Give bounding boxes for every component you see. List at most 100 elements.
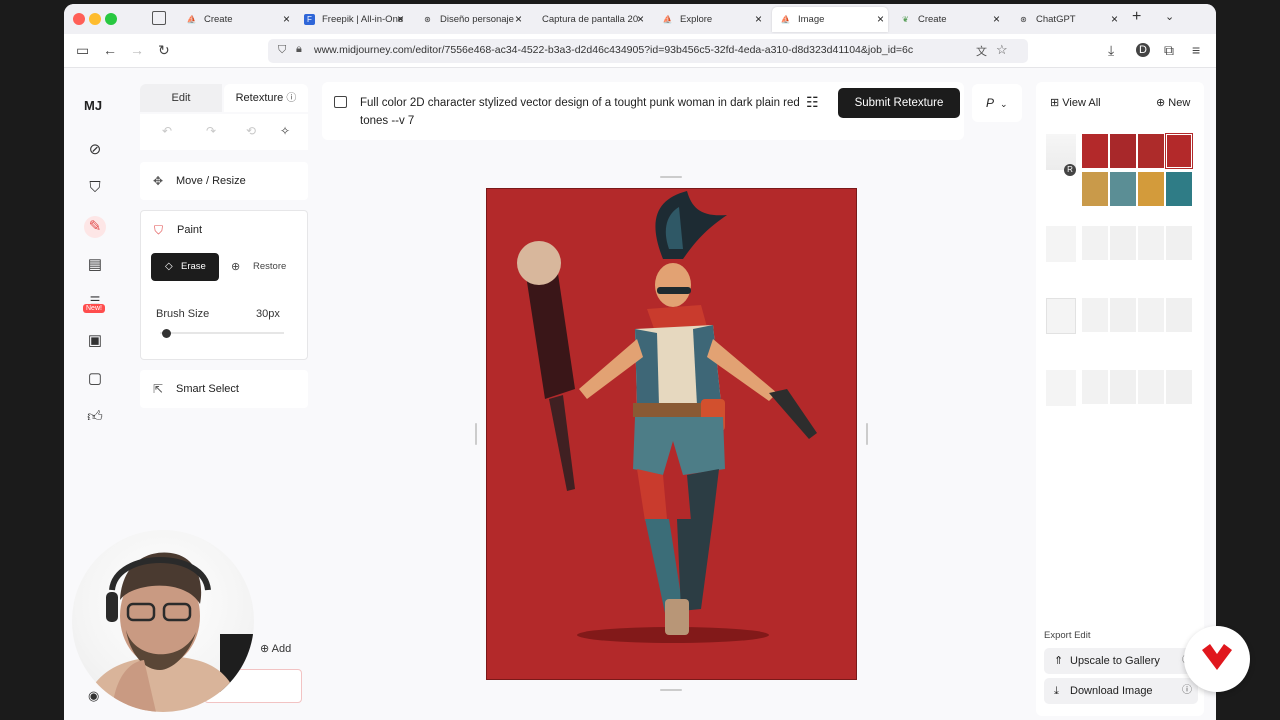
close-tab-icon[interactable]: ×: [283, 7, 290, 32]
close-window-button[interactable]: [73, 13, 85, 25]
source-thumbnail[interactable]: [1046, 298, 1076, 334]
image-prompt-icon[interactable]: [334, 96, 347, 108]
resize-handle-left[interactable]: [475, 423, 477, 445]
submit-retexture-button[interactable]: Submit Retexture: [838, 88, 960, 118]
close-tab-icon[interactable]: ×: [755, 7, 762, 32]
tab-chatgpt[interactable]: ⊛ ChatGPT ×: [1010, 7, 1122, 32]
brush-size-slider[interactable]: [160, 332, 284, 334]
result-thumbnail[interactable]: [1082, 134, 1108, 168]
result-thumbnail[interactable]: [1138, 226, 1164, 260]
move-resize-card[interactable]: ✥ Move / Resize: [140, 162, 308, 200]
resize-handle-right[interactable]: [866, 423, 868, 445]
profile-icon[interactable]: ◉: [88, 688, 99, 704]
resize-handle-bottom[interactable]: [660, 689, 682, 691]
result-thumbnail[interactable]: [1166, 298, 1192, 332]
forward-icon[interactable]: →: [130, 42, 144, 58]
result-thumbnail[interactable]: [1110, 172, 1136, 206]
add-button[interactable]: ⊕ Add: [260, 642, 291, 655]
erase-button[interactable]: ◇ Erase: [151, 253, 219, 281]
tab-retexture[interactable]: Retexture ⓘ: [224, 84, 308, 112]
tab-overview-icon[interactable]: [152, 11, 166, 25]
tab-create-2[interactable]: ❦ Create ×: [892, 7, 1004, 32]
redo-icon[interactable]: ↷: [206, 124, 216, 138]
source-thumbnail[interactable]: R: [1046, 134, 1076, 176]
back-icon[interactable]: ←: [103, 42, 117, 58]
smart-select-card[interactable]: ⇱ Smart Select: [140, 370, 308, 408]
close-tab-icon[interactable]: ×: [637, 7, 644, 32]
edit-icon[interactable]: ✎: [84, 216, 106, 238]
download-image-button[interactable]: ⤓ Download Image ⓘ: [1044, 678, 1198, 704]
result-thumbnail[interactable]: [1082, 370, 1108, 404]
result-thumbnail[interactable]: [1166, 226, 1192, 260]
help-icon[interactable]: ⓘ: [286, 93, 296, 104]
menu-icon[interactable]: ≡: [1192, 42, 1200, 58]
lock-icon[interactable]: 🔒︎: [296, 43, 302, 56]
result-thumbnail[interactable]: [1138, 134, 1164, 168]
tab-captura[interactable]: Captura de pantalla 20 ×: [530, 7, 648, 32]
result-thumbnail[interactable]: [1110, 370, 1136, 404]
result-thumbnail[interactable]: [1166, 172, 1192, 206]
account-avatar-icon[interactable]: D: [1136, 43, 1150, 57]
brush-size-slider-handle[interactable]: [162, 329, 172, 338]
close-tab-icon[interactable]: ×: [1111, 7, 1118, 32]
result-thumbnail[interactable]: [1082, 226, 1108, 260]
close-tab-icon[interactable]: ×: [515, 7, 522, 32]
result-thumbnail[interactable]: [1082, 298, 1108, 332]
result-thumbnail[interactable]: [1138, 298, 1164, 332]
new-tab-icon[interactable]: +: [1132, 8, 1141, 26]
settings-sliders-icon[interactable]: ☷: [806, 94, 819, 111]
new-button[interactable]: ⊕ New: [1156, 96, 1190, 109]
tab-image[interactable]: ⛵ Image ×: [772, 7, 888, 32]
result-thumbnail[interactable]: [1138, 172, 1164, 206]
reload-icon[interactable]: ↻: [158, 42, 170, 59]
extensions-icon[interactable]: ⧉: [1164, 42, 1174, 59]
result-thumbnail[interactable]: [1110, 298, 1136, 332]
image-icon[interactable]: ▣: [84, 330, 106, 352]
source-thumbnail[interactable]: [1046, 226, 1076, 262]
thumbs-up-icon[interactable]: 👍︎: [84, 406, 106, 428]
midjourney-logo[interactable]: MJ: [84, 98, 102, 113]
shield-icon[interactable]: ⛉: [278, 44, 286, 57]
tab-label: Diseño personaje: [440, 14, 514, 25]
bookmark-star-icon[interactable]: ☆: [996, 42, 1008, 58]
explore-icon[interactable]: ⊘: [84, 139, 106, 161]
result-thumbnail[interactable]: [1110, 226, 1136, 260]
brush-icon[interactable]: ⛉: [84, 177, 106, 199]
tab-diseno[interactable]: ⊛ Diseño personaje ×: [414, 7, 526, 32]
result-thumbnail[interactable]: [1166, 370, 1192, 404]
prompt-input[interactable]: Full color 2D character stylized vector …: [360, 94, 802, 130]
reset-icon[interactable]: ⟲: [246, 124, 256, 138]
minimize-window-button[interactable]: [89, 13, 101, 25]
address-bar[interactable]: ⛉ 🔒︎ www.midjourney.com/editor/7556e468-…: [268, 39, 1028, 63]
close-tab-icon[interactable]: ×: [993, 7, 1000, 32]
new-label: New: [1168, 97, 1191, 109]
layers-icon[interactable]: ▤: [84, 254, 106, 276]
result-thumbnail[interactable]: [1138, 370, 1164, 404]
personalization-select[interactable]: P ⌄: [972, 84, 1022, 122]
canvas-artwork[interactable]: [486, 188, 857, 680]
url-text[interactable]: www.midjourney.com/editor/7556e468-ac34-…: [314, 44, 964, 56]
close-tab-icon[interactable]: ×: [877, 7, 884, 32]
result-thumbnail[interactable]: [1110, 134, 1136, 168]
undo-icon[interactable]: ↶: [162, 124, 172, 138]
translate-icon[interactable]: 文: [976, 43, 987, 59]
close-tab-icon[interactable]: ×: [397, 7, 404, 32]
result-thumbnail-selected[interactable]: [1165, 133, 1193, 169]
result-thumbnail[interactable]: [1082, 172, 1108, 206]
tab-edit[interactable]: Edit: [140, 84, 222, 112]
sidebar-toggle-icon[interactable]: ▭: [76, 42, 89, 59]
tab-create-1[interactable]: ⛵ Create ×: [178, 7, 294, 32]
tab-freepik[interactable]: F Freepik | All-in-One ×: [296, 7, 408, 32]
upscale-to-gallery-button[interactable]: ⇑ Upscale to Gallery ⓘ: [1044, 648, 1198, 674]
restore-button[interactable]: ⊕ Restore: [219, 253, 289, 281]
resize-handle-top[interactable]: [660, 176, 682, 178]
tab-list-chevron-icon[interactable]: ⌄: [1165, 10, 1174, 23]
tab-explore[interactable]: ⛵ Explore ×: [654, 7, 766, 32]
source-thumbnail[interactable]: [1046, 370, 1076, 406]
paint-card: ⛉ Paint ◇ Erase ⊕ Restore Brush Size 30p…: [140, 210, 308, 360]
chat-icon[interactable]: ▢: [84, 368, 106, 390]
view-all-button[interactable]: ⊞ View All: [1050, 96, 1101, 109]
downloads-icon[interactable]: ⤓: [1108, 42, 1114, 59]
magic-wand-icon[interactable]: ✧: [280, 124, 290, 138]
maximize-window-button[interactable]: [105, 13, 117, 25]
